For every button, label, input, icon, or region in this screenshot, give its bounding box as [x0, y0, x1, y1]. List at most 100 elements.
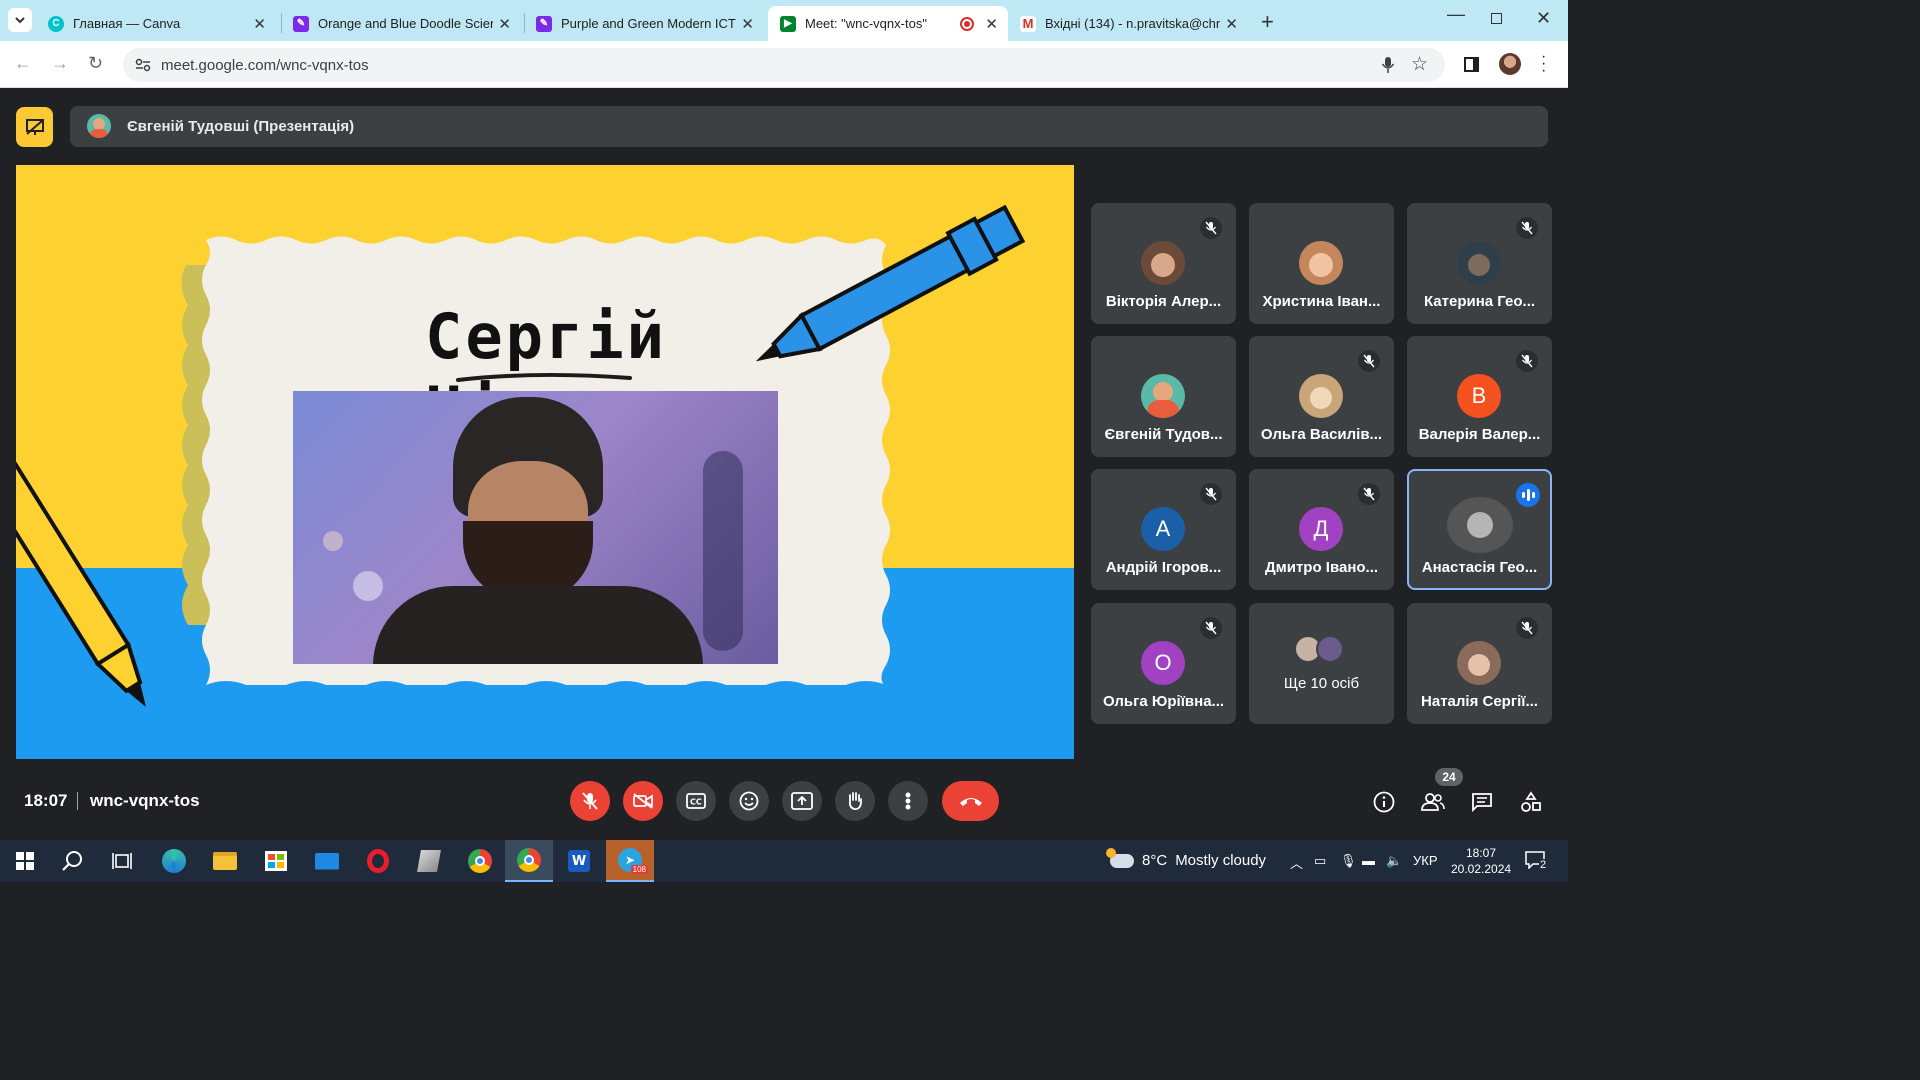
gmail-icon: M — [1020, 15, 1036, 32]
recording-icon — [960, 17, 974, 31]
taskbar-telegram[interactable]: ➤ 108 — [606, 840, 654, 882]
leave-call-button[interactable] — [942, 781, 999, 821]
participant-tile[interactable]: Катерина Гео... — [1407, 203, 1552, 324]
meeting-details-button[interactable] — [1371, 789, 1397, 815]
participant-tile[interactable]: Христина Іван... — [1249, 203, 1394, 324]
participant-tile-speaking[interactable]: Анастасія Гео... — [1407, 469, 1552, 590]
tab-search-button[interactable] — [8, 8, 32, 32]
browser-tab-orange-blue[interactable]: ✎ Orange and Blue Doodle Scienc ✕ — [281, 6, 521, 41]
activities-icon — [1521, 791, 1541, 812]
browser-tab-gmail[interactable]: M Вхідні (134) - n.pravitska@chnu ✕ — [1008, 6, 1248, 41]
more-options-button[interactable]: • • • — [888, 781, 928, 821]
participant-tile[interactable]: Ольга Василів... — [1249, 336, 1394, 457]
avatar — [1141, 374, 1185, 418]
participant-tile[interactable]: О Ольга Юріївна... — [1091, 603, 1236, 724]
edge-icon — [162, 849, 186, 873]
close-window-button[interactable]: ✕ — [1536, 8, 1551, 29]
browser-tab-meet[interactable]: ▶ Meet: "wnc-vqnx-tos" ✕ — [768, 6, 1008, 41]
minimize-button[interactable]: — — [1447, 4, 1465, 25]
close-icon[interactable]: ✕ — [498, 15, 511, 33]
reactions-button[interactable] — [729, 781, 769, 821]
more-participants-tile[interactable]: Ще 10 осіб — [1249, 603, 1394, 724]
forward-button[interactable]: → — [51, 53, 69, 74]
chat-button[interactable] — [1469, 789, 1495, 815]
participant-tile[interactable]: Д Дмитро Івано... — [1249, 469, 1394, 590]
avatar — [1457, 641, 1501, 685]
weather-description: Mostly cloudy — [1175, 852, 1267, 869]
bookmark-star-icon[interactable]: ☆ — [1411, 53, 1428, 76]
meet-main: Євгеній Тудовші (Презентація) Сергій Вік… — [0, 89, 1568, 840]
microphone-tray-icon[interactable]: 🎙 — [1340, 853, 1357, 869]
back-button[interactable]: ← — [14, 53, 32, 74]
site-settings-icon[interactable] — [135, 58, 151, 72]
presentation-slide: Сергій Нігоян — [16, 165, 1074, 759]
avatar — [1299, 241, 1343, 285]
close-icon[interactable]: ✕ — [741, 15, 754, 33]
more-icon: • • • — [904, 785, 912, 817]
browser-toolbar: ← → ↻ meet.google.com/wnc-vqnx-tos ☆ · · · — [0, 41, 1568, 88]
avatar — [1299, 374, 1343, 418]
tab-title: Orange and Blue Doodle Scienc — [318, 16, 493, 31]
show-hidden-icons-button[interactable]: ︿ — [1290, 853, 1303, 872]
tab-title: Вхідні (134) - n.pravitska@chnu — [1045, 16, 1220, 31]
browser-tab-purple-green[interactable]: ✎ Purple and Green Modern ICT C ✕ — [524, 6, 764, 41]
more-participants-label: Ще 10 осіб — [1283, 675, 1360, 692]
taskbar-file-explorer[interactable] — [210, 846, 240, 876]
close-icon[interactable]: ✕ — [253, 15, 266, 33]
taskbar-opera[interactable] — [363, 846, 393, 876]
taskbar-store[interactable] — [261, 846, 291, 876]
taskbar-chrome[interactable] — [465, 846, 495, 876]
cloud-icon — [1106, 847, 1134, 868]
notifications-button[interactable]: 2 — [1525, 851, 1548, 871]
menu-kebab-icon[interactable]: · · · — [1541, 49, 1546, 79]
presentation-icon[interactable] — [16, 107, 53, 147]
microphone-icon[interactable] — [1381, 56, 1395, 74]
browser-tab-canva-home[interactable]: C Главная — Canva ✕ — [36, 6, 276, 41]
canva-design-icon: ✎ — [293, 15, 309, 32]
taskbar-mail[interactable] — [312, 846, 342, 876]
side-panel-icon[interactable] — [1464, 57, 1479, 72]
participant-tile[interactable]: А Андрій Ігоров... — [1091, 469, 1236, 590]
avatar — [1141, 241, 1185, 285]
captions-button[interactable]: CC — [676, 781, 716, 821]
people-button[interactable] — [1420, 789, 1446, 815]
folder-icon — [213, 852, 237, 870]
microphone-toggle-button[interactable] — [570, 781, 610, 821]
store-icon — [265, 851, 287, 871]
word-icon: W — [568, 850, 590, 872]
language-indicator[interactable]: УКР — [1413, 853, 1438, 868]
slide-photo — [293, 391, 778, 664]
profile-avatar[interactable] — [1499, 53, 1521, 75]
taskbar-edge[interactable] — [159, 846, 189, 876]
address-bar[interactable]: meet.google.com/wnc-vqnx-tos ☆ — [123, 48, 1445, 82]
taskbar-word[interactable]: W — [564, 846, 594, 876]
participant-tile[interactable]: Вікторія Алер... — [1091, 203, 1236, 324]
close-icon[interactable]: ✕ — [1225, 15, 1238, 33]
task-view-button[interactable] — [107, 846, 137, 876]
raise-hand-button[interactable] — [835, 781, 875, 821]
battery-icon[interactable]: ▬ — [1362, 853, 1375, 868]
participant-tile[interactable]: В Валерія Валер... — [1407, 336, 1552, 457]
activities-button[interactable] — [1518, 789, 1544, 815]
weather-widget[interactable]: 8°C Mostly cloudy — [1106, 847, 1267, 869]
reload-button[interactable]: ↻ — [88, 53, 103, 74]
taskbar-app[interactable] — [414, 846, 444, 876]
windows-start-button[interactable] — [10, 846, 40, 876]
taskbar-clock[interactable]: 18:07 20.02.2024 — [1451, 845, 1511, 877]
participant-name: Анастасія Гео... — [1421, 559, 1538, 576]
meet-tray-icon[interactable]: ▭ — [1314, 853, 1326, 869]
present-now-button[interactable] — [782, 781, 822, 821]
camera-toggle-button[interactable] — [623, 781, 663, 821]
meeting-time: 18:07 — [24, 791, 68, 810]
taskbar-chrome-active[interactable] — [505, 840, 553, 882]
close-icon[interactable]: ✕ — [985, 15, 998, 33]
avatar: О — [1141, 641, 1185, 685]
mail-icon — [315, 852, 339, 870]
new-tab-button[interactable]: + — [1261, 9, 1274, 35]
search-button[interactable] — [58, 846, 88, 876]
restore-button[interactable] — [1491, 13, 1502, 24]
participant-tile[interactable]: Євгеній Тудов... — [1091, 336, 1236, 457]
volume-icon[interactable]: 🔈 — [1386, 853, 1402, 869]
participant-tile[interactable]: Наталія Сергії... — [1407, 603, 1552, 724]
mic-off-icon — [1516, 217, 1538, 239]
